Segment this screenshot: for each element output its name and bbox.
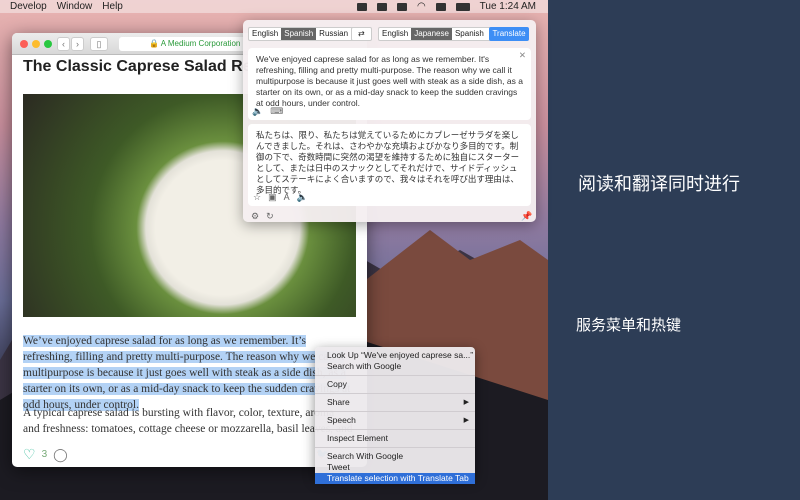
context-menu: Look Up “We've enjoyed caprese sa...” Se… [315, 347, 475, 484]
divider [315, 447, 475, 448]
swap-icon: ⇄ [358, 29, 365, 38]
sidebar-icon[interactable]: ▯ [90, 37, 108, 51]
menu-item-speech[interactable]: Speech ▶ [315, 415, 475, 426]
submenu-arrow-icon: ▶ [463, 417, 469, 424]
battery-icon[interactable] [455, 2, 470, 11]
divider [315, 411, 475, 412]
menu-window[interactable]: Window [57, 1, 93, 12]
paragraph: A typical caprese salad is bursting with… [23, 407, 353, 435]
translate-tab-icon[interactable] [356, 2, 367, 11]
menu-item-search-with-google[interactable]: Search With Google [315, 451, 475, 462]
selected-paragraph[interactable]: We’ve enjoyed caprese salad for as long … [23, 333, 353, 413]
close-icon[interactable]: ✕ [519, 50, 526, 61]
target-language-selector[interactable]: EnglishJapaneseSpanish▾ [378, 27, 498, 41]
comment-icon[interactable]: ◯ [53, 447, 68, 463]
speaker-icon[interactable]: 🔈 [297, 192, 308, 203]
menu-item-tweet[interactable]: Tweet [315, 462, 475, 473]
lock-icon: 🔒 [149, 39, 159, 48]
refresh-icon[interactable]: ↻ [266, 211, 274, 222]
speaker-icon[interactable]: 🔈 [252, 106, 263, 117]
feature-panel: 阅读和翻译同时进行 服务菜单和热键 [548, 0, 800, 500]
star-icon[interactable]: ☆ [253, 192, 261, 203]
source-text-area[interactable]: We've enjoyed caprese salad for as long … [248, 48, 531, 120]
menu-item-search-google[interactable]: Search with Google [315, 361, 475, 372]
copy-icon[interactable]: ▣ [268, 192, 277, 203]
caption-services-hotkeys: 服务菜单和热键 [576, 316, 682, 334]
divider [315, 393, 475, 394]
keyboard-icon[interactable]: ⌨ [270, 106, 283, 117]
minimize-button[interactable] [32, 40, 40, 48]
zoom-button[interactable] [44, 40, 52, 48]
heart-icon[interactable]: ♡ [23, 446, 36, 463]
gear-icon[interactable]: ⚙ [251, 211, 259, 222]
input-source-icon[interactable] [435, 2, 446, 11]
menu-item-share[interactable]: Share ▶ [315, 397, 475, 408]
translate-popup: EnglishSpanishRussian▾ ⇄ EnglishJapanese… [243, 20, 536, 222]
divider [315, 375, 475, 376]
submenu-arrow-icon: ▶ [463, 399, 469, 406]
menu-item-translate-selection[interactable]: Translate selection with Translate Tab [315, 473, 475, 484]
pin-icon[interactable]: 📌 [521, 211, 532, 222]
divider [315, 429, 475, 430]
wifi-icon[interactable]: ◠ [417, 1, 426, 12]
menu-item-copy[interactable]: Copy [315, 379, 475, 390]
source-language-selector[interactable]: EnglishSpanishRussian▾ [248, 27, 363, 41]
article-footer: ♡ 3 ◯ 🐦 ⓕ ▯ [23, 446, 356, 463]
keyboard-icon[interactable] [396, 2, 407, 11]
caption-read-translate: 阅读和翻译同时进行 [578, 174, 740, 195]
forward-button[interactable]: › [71, 37, 84, 51]
swap-languages-button[interactable]: ⇄ [351, 27, 372, 41]
translate-button[interactable]: Translate [489, 27, 529, 41]
font-icon[interactable]: A [284, 192, 290, 203]
menu-bar: Develop Window Help ◠ Tue 1:24 AM [0, 0, 548, 13]
airplay-icon[interactable] [376, 2, 387, 11]
clock[interactable]: Tue 1:24 AM [480, 1, 536, 12]
menu-item-look-up[interactable]: Look Up “We've enjoyed caprese sa...” [315, 350, 475, 361]
menu-help[interactable]: Help [102, 1, 123, 12]
menu-item-inspect-element[interactable]: Inspect Element [315, 433, 475, 444]
back-button[interactable]: ‹ [57, 37, 70, 51]
close-button[interactable] [20, 40, 28, 48]
address-bar[interactable]: 🔒 A Medium Corporation [119, 37, 249, 51]
like-count: 3 [41, 449, 48, 460]
menu-develop[interactable]: Develop [10, 1, 47, 12]
